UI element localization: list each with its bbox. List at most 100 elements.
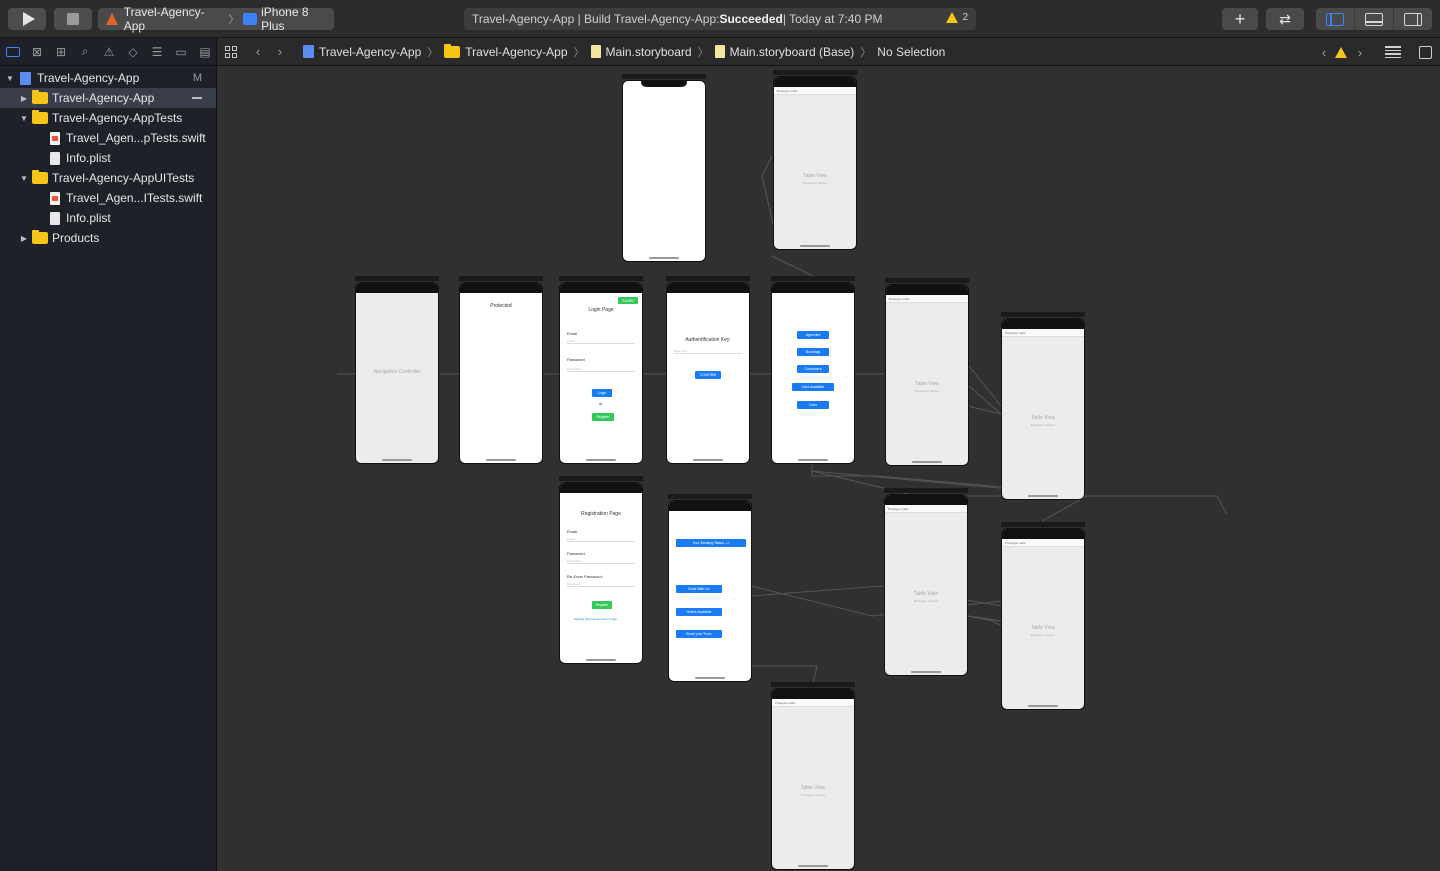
password-label: Password: [567, 357, 585, 362]
tree-item-tests-plist[interactable]: Info.plist: [0, 148, 216, 168]
login-button[interactable]: Login: [592, 389, 612, 397]
tree-item-uitests-folder[interactable]: ▼ Travel-Agency-AppUITests: [0, 168, 216, 188]
tree-item-products-folder[interactable]: ▶ Products: [0, 228, 216, 248]
breadcrumb-storyboard[interactable]: Main.storyboard: [590, 45, 692, 59]
scene-blank[interactable]: [622, 74, 706, 262]
scene-table-cars[interactable]: Prototype Cells Table View Prototype Con…: [1001, 522, 1085, 710]
breadcrumb-selection[interactable]: No Selection: [877, 45, 945, 59]
tree-item-uitests-swift[interactable]: Travel_Agen...ITests.swift: [0, 188, 216, 208]
password-field[interactable]: Password: [567, 559, 635, 564]
scene-protected[interactable]: Protected: [459, 276, 543, 464]
tab-find-navigator[interactable]: ⌕: [76, 43, 94, 61]
previous-issue-button[interactable]: ‹: [1317, 45, 1331, 60]
agencies-button[interactable]: Agencies: [797, 331, 829, 339]
register-button[interactable]: Register: [592, 601, 612, 609]
code-review-button[interactable]: ⇄: [1266, 8, 1304, 30]
chevron-right-icon: 〉: [573, 46, 585, 59]
disclosure-open-icon: ▼: [20, 173, 28, 183]
search-icon: ⌕: [81, 44, 89, 58]
stop-button[interactable]: [54, 8, 92, 30]
tab-symbol-navigator[interactable]: ⊞: [52, 43, 70, 61]
login-link[interactable]: Already have an account? Login: [574, 617, 617, 621]
table-view-subtitle: Prototype Content: [913, 599, 939, 603]
back-button[interactable]: ‹: [251, 44, 265, 59]
tab-test-navigator[interactable]: ◇: [124, 43, 142, 61]
register-button[interactable]: Register: [592, 413, 614, 421]
hierarchy-icon: ⊞: [55, 44, 67, 59]
auth-key-field[interactable]: Enter Key: [674, 349, 742, 354]
related-items-icon[interactable]: [225, 45, 237, 58]
tab-breakpoint-navigator[interactable]: ▭: [172, 43, 190, 61]
tree-item-uitests-plist[interactable]: Info.plist: [0, 208, 216, 228]
status-bar: [356, 283, 438, 293]
folder-icon: [6, 46, 20, 57]
confirm-button[interactable]: CONFIRM: [695, 371, 721, 379]
editor-options-icon[interactable]: [1385, 46, 1401, 58]
tours-button[interactable]: Tours: [797, 401, 829, 409]
breadcrumb-folder[interactable]: Travel-Agency-App: [444, 43, 568, 59]
warning-icon[interactable]: [1335, 46, 1347, 58]
table-view-subtitle: Prototype Content: [1030, 633, 1056, 637]
phone-frame: Authentification Key: Enter Key CONFIRM: [666, 282, 750, 464]
cars-available-button[interactable]: Cars Available: [792, 383, 834, 391]
email-field[interactable]: Email: [567, 339, 635, 344]
run-button[interactable]: [8, 8, 46, 30]
scene-table-agencies[interactable]: Prototype Cells Table View Prototype Con…: [885, 278, 969, 466]
scene-login[interactable]: ADMIN Login Page Email Email Password Pa…: [559, 276, 643, 464]
scene-booking-menu[interactable]: Your Booking Status --> Book With Us Hot…: [668, 494, 752, 682]
tree-item-label: Travel-Agency-App: [52, 91, 155, 105]
scene-navigation-controller[interactable]: Navigation Controller: [355, 276, 439, 464]
scene-registration[interactable]: Registration Page Email: Email Password:…: [559, 476, 643, 664]
tree-item-project[interactable]: ▼ Travel-Agency-App M: [0, 68, 216, 88]
scene-main-menu[interactable]: Agencies Bookings Customers Cars Availab…: [771, 276, 855, 464]
tab-project-navigator[interactable]: [4, 43, 22, 61]
forward-button[interactable]: ›: [273, 44, 287, 59]
scene-table-customers[interactable]: Prototype Cells Table View Prototype Con…: [884, 488, 968, 676]
home-indicator: [586, 459, 616, 461]
scene-table-tours[interactable]: Prototype Cells Table View Prototype Con…: [771, 682, 855, 870]
toggle-debug-area-button[interactable]: [1355, 8, 1394, 30]
next-issue-button[interactable]: ›: [1353, 45, 1367, 60]
tree-item-app-folder[interactable]: ▶ Travel-Agency-App: [0, 88, 216, 108]
tab-source-control[interactable]: ⊠: [28, 43, 46, 61]
admin-button[interactable]: ADMIN: [618, 297, 638, 304]
breadcrumb-storyboard-base[interactable]: Main.storyboard (Base): [714, 45, 854, 59]
password-field[interactable]: Password: [567, 367, 635, 372]
tree-item-tests-swift[interactable]: Travel_Agen...pTests.swift: [0, 128, 216, 148]
disclosure-open-icon: ▼: [6, 73, 14, 83]
scene-title-bar: [622, 74, 706, 79]
scheme-selector[interactable]: Travel-Agency-App 〉 iPhone 8 Plus: [98, 5, 334, 33]
plist-file-icon: [50, 211, 60, 225]
add-editor-icon[interactable]: [1419, 45, 1432, 59]
book-tours-button[interactable]: Book your Tours: [676, 630, 722, 638]
swift-file-icon: [50, 191, 60, 205]
tab-issue-navigator[interactable]: ⚠: [100, 43, 118, 61]
home-indicator: [911, 671, 941, 673]
toggle-inspector-button[interactable]: [1394, 8, 1432, 30]
breadcrumb-project[interactable]: Travel-Agency-App: [303, 45, 421, 59]
storyboard-canvas[interactable]: Prototype Cells Table View Prototype Con…: [217, 66, 1440, 871]
folder-icon: [32, 170, 48, 184]
library-button[interactable]: +: [1222, 8, 1258, 30]
scene-table-bookings[interactable]: Prototype Cells Table View Prototype Con…: [1001, 312, 1085, 500]
scene-table-top[interactable]: Prototype Cells Table View Prototype Con…: [773, 70, 857, 250]
email-field[interactable]: Email: [567, 537, 635, 542]
bookings-button[interactable]: Bookings: [797, 348, 829, 356]
reenter-password-field[interactable]: Password: [567, 582, 635, 587]
warnings-indicator[interactable]: 2: [946, 12, 968, 23]
scene-authentication[interactable]: Authentification Key: Enter Key CONFIRM: [666, 276, 750, 464]
plus-icon: +: [1234, 8, 1246, 29]
book-with-us-button[interactable]: Book With Us: [676, 585, 722, 593]
toggle-navigator-button[interactable]: [1316, 8, 1355, 30]
reenter-password-label: Re-Enter Password:: [567, 574, 603, 579]
customers-button[interactable]: Customers: [797, 365, 829, 373]
hotels-available-button[interactable]: Hotels Available: [676, 608, 722, 616]
tab-report-navigator[interactable]: ▤: [196, 43, 214, 61]
booking-status-button[interactable]: Your Booking Status -->: [676, 539, 746, 547]
pane-toggles: [1316, 8, 1432, 30]
project-navigator: ⊠ ⊞ ⌕ ⚠ ◇ ☰ ▭ ▤ ▼ Travel-Agency-App M ▶ …: [0, 38, 217, 871]
tab-debug-navigator[interactable]: ☰: [148, 43, 166, 61]
tree-item-tests-folder[interactable]: ▼ Travel-Agency-AppTests: [0, 108, 216, 128]
prototype-cells-label: Prototype Cells: [1002, 539, 1084, 547]
table-view-title: Table View: [914, 381, 940, 387]
